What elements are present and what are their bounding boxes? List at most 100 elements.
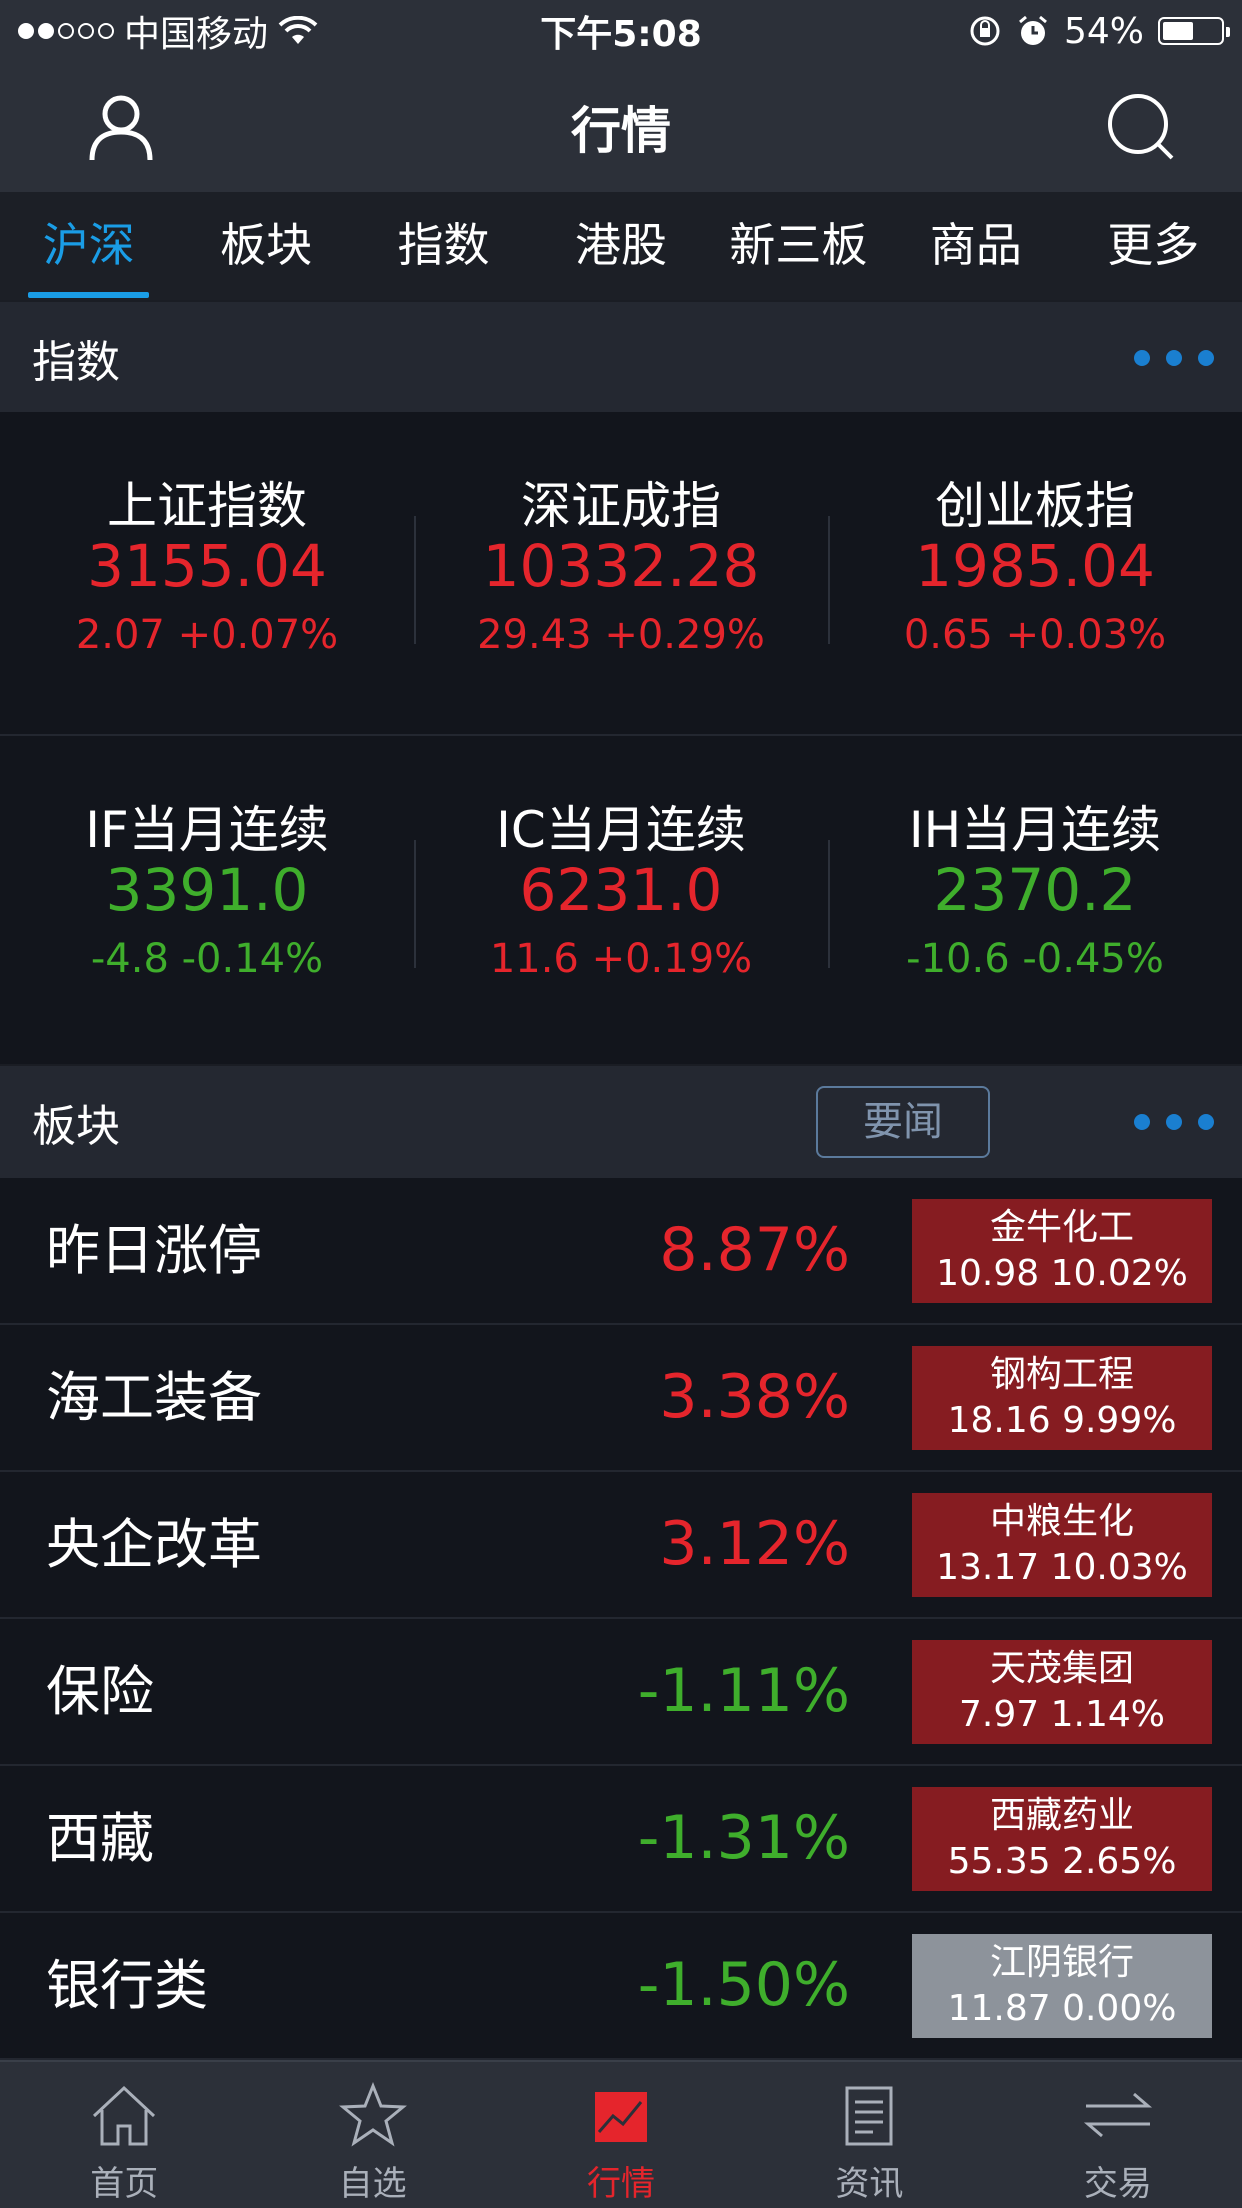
tabbar-market[interactable]: 行情 <box>497 2062 745 2208</box>
index-name: IF当月连续 <box>85 801 329 859</box>
index-row: 上证指数 3155.04 2.07 +0.07% 深证成指 10332.28 2… <box>0 412 1242 734</box>
tabbar-label: 自选 <box>338 2164 407 2204</box>
sector-change-pct: 3.12% <box>659 1509 850 1579</box>
index-name: IC当月连续 <box>496 801 746 859</box>
sector-leader-badge[interactable]: 金牛化工 10.98 10.02% <box>912 1199 1212 1303</box>
index-name: 上证指数 <box>107 477 307 535</box>
battery-icon <box>1158 17 1230 45</box>
sector-leader-badge[interactable]: 中粮生化 13.17 10.03% <box>912 1493 1212 1597</box>
alarm-icon <box>1019 15 1047 45</box>
status-left: 中国移动 <box>18 5 318 57</box>
index-card[interactable]: 上证指数 3155.04 2.07 +0.07% <box>0 412 414 734</box>
sector-row[interactable]: 银行类 -1.50% 江阴银行 11.87 0.00% <box>0 1913 1242 2060</box>
index-section-title: 指数 <box>32 337 120 388</box>
sector-change-pct: -1.11% <box>637 1656 850 1726</box>
tab-new-otc[interactable]: 新三板 <box>710 192 887 300</box>
carrier-label: 中国移动 <box>124 14 269 55</box>
sector-section-title: 板块 <box>32 1101 120 1152</box>
index-name: IH当月连续 <box>908 801 1162 859</box>
tab-more[interactable]: 更多 <box>1065 192 1242 300</box>
index-change: -10.6 -0.45% <box>906 936 1164 982</box>
index-card[interactable]: 深证成指 10332.28 29.43 +0.29% <box>414 412 828 734</box>
status-right: 54% <box>968 10 1230 52</box>
leader-stock-name: 江阴银行 <box>989 1942 1134 1983</box>
index-value: 1985.04 <box>915 532 1155 600</box>
index-value: 10332.28 <box>482 532 760 600</box>
tab-commodities[interactable]: 商品 <box>887 192 1064 300</box>
sector-change-pct: -1.31% <box>637 1803 850 1873</box>
sector-row[interactable]: 西藏 -1.31% 西藏药业 55.35 2.65% <box>0 1766 1242 1913</box>
sector-row[interactable]: 昨日涨停 8.87% 金牛化工 10.98 10.02% <box>0 1178 1242 1325</box>
index-change: 11.6 +0.19% <box>489 936 753 982</box>
trade-icon <box>1083 2092 1152 2138</box>
sector-leader-badge[interactable]: 江阴银行 11.87 0.00% <box>912 1934 1212 2038</box>
sector-row[interactable]: 保险 -1.11% 天茂集团 7.97 1.14% <box>0 1619 1242 1766</box>
index-card[interactable]: 创业板指 1985.04 0.65 +0.03% <box>828 412 1242 734</box>
sector-name: 保险 <box>46 1660 154 1723</box>
sector-more-icon[interactable] <box>1134 1114 1214 1130</box>
index-value: 2370.2 <box>933 856 1137 924</box>
tabbar-label: 资讯 <box>835 2164 904 2204</box>
battery-percent: 54% <box>1063 10 1144 52</box>
nav-bar: 行情 <box>0 62 1242 192</box>
tabbar-news[interactable]: 资讯 <box>745 2062 993 2208</box>
tabbar-label: 首页 <box>90 2164 159 2204</box>
index-change: 0.65 +0.03% <box>903 612 1167 658</box>
leader-stock-quote: 18.16 9.99% <box>947 1400 1177 1441</box>
sector-change-pct: 3.38% <box>659 1362 850 1432</box>
status-bar: 中国移动 下午5:08 54% <box>0 0 1242 62</box>
market-tabs: 沪深 板块 指数 港股 新三板 商品 更多 <box>0 192 1242 300</box>
index-section-header[interactable]: 指数 <box>0 300 1242 414</box>
tabbar-home[interactable]: 首页 <box>0 2062 248 2208</box>
tab-indices[interactable]: 指数 <box>355 192 532 300</box>
sector-name: 银行类 <box>46 1954 208 2017</box>
star-icon <box>338 2082 407 2147</box>
sector-list: 昨日涨停 8.87% 金牛化工 10.98 10.02% 海工装备 3.38% … <box>0 1178 1242 2060</box>
sector-row[interactable]: 海工装备 3.38% 钢构工程 18.16 9.99% <box>0 1325 1242 1472</box>
bottom-tab-bar: 首页 自选 行情 资讯 交易 <box>0 2060 1242 2208</box>
tab-sectors[interactable]: 板块 <box>177 192 354 300</box>
index-change: -4.8 -0.14% <box>90 936 324 982</box>
sector-leader-badge[interactable]: 钢构工程 18.16 9.99% <box>912 1346 1212 1450</box>
sector-name: 央企改革 <box>46 1513 262 1576</box>
news-button[interactable]: 要闻 <box>816 1086 990 1158</box>
sector-row[interactable]: 央企改革 3.12% 中粮生化 13.17 10.03% <box>0 1472 1242 1619</box>
leader-stock-name: 金牛化工 <box>989 1207 1134 1248</box>
tabbar-label: 行情 <box>587 2164 656 2204</box>
sector-leader-badge[interactable]: 天茂集团 7.97 1.14% <box>912 1640 1212 1744</box>
rotation-lock-icon <box>970 16 1000 46</box>
index-more-icon[interactable] <box>1134 350 1214 366</box>
chart-icon <box>595 2092 648 2142</box>
index-card[interactable]: IH当月连续 2370.2 -10.6 -0.45% <box>828 736 1242 1058</box>
home-icon <box>93 2085 156 2146</box>
leader-stock-name: 中粮生化 <box>989 1501 1134 1542</box>
index-name: 创业板指 <box>935 477 1135 535</box>
sector-section-header: 板块 要闻 <box>0 1064 1242 1178</box>
index-change: 29.43 +0.29% <box>477 612 765 658</box>
search-icon[interactable] <box>1106 92 1176 162</box>
index-card[interactable]: IC当月连续 6231.0 11.6 +0.19% <box>414 736 828 1058</box>
leader-stock-name: 天茂集团 <box>989 1648 1134 1689</box>
sector-leader-badge[interactable]: 西藏药业 55.35 2.65% <box>912 1787 1212 1891</box>
sector-name: 西藏 <box>46 1807 154 1870</box>
index-card[interactable]: IF当月连续 3391.0 -4.8 -0.14% <box>0 736 414 1058</box>
index-row: IF当月连续 3391.0 -4.8 -0.14% IC当月连续 6231.0 … <box>0 734 1242 1058</box>
index-value: 6231.0 <box>519 856 723 924</box>
leader-stock-quote: 11.87 0.00% <box>947 1988 1177 2029</box>
user-icon[interactable] <box>88 92 154 162</box>
index-value: 3391.0 <box>105 856 309 924</box>
index-change: 2.07 +0.07% <box>75 612 339 658</box>
page-title: 行情 <box>571 102 671 160</box>
signal-strength-icon <box>18 23 114 39</box>
tab-shenzhen-shanghai[interactable]: 沪深 <box>0 192 177 300</box>
sector-change-pct: -1.50% <box>637 1950 850 2020</box>
tabbar-trade[interactable]: 交易 <box>994 2062 1242 2208</box>
index-grid: 上证指数 3155.04 2.07 +0.07% 深证成指 10332.28 2… <box>0 412 1242 1058</box>
tab-hk-stocks[interactable]: 港股 <box>532 192 709 300</box>
index-name: 深证成指 <box>521 477 721 535</box>
leader-stock-quote: 10.98 10.02% <box>936 1253 1188 1294</box>
wifi-icon <box>278 16 318 44</box>
index-value: 3155.04 <box>87 532 327 600</box>
sector-change-pct: 8.87% <box>659 1215 850 1285</box>
tabbar-watchlist[interactable]: 自选 <box>248 2062 496 2208</box>
